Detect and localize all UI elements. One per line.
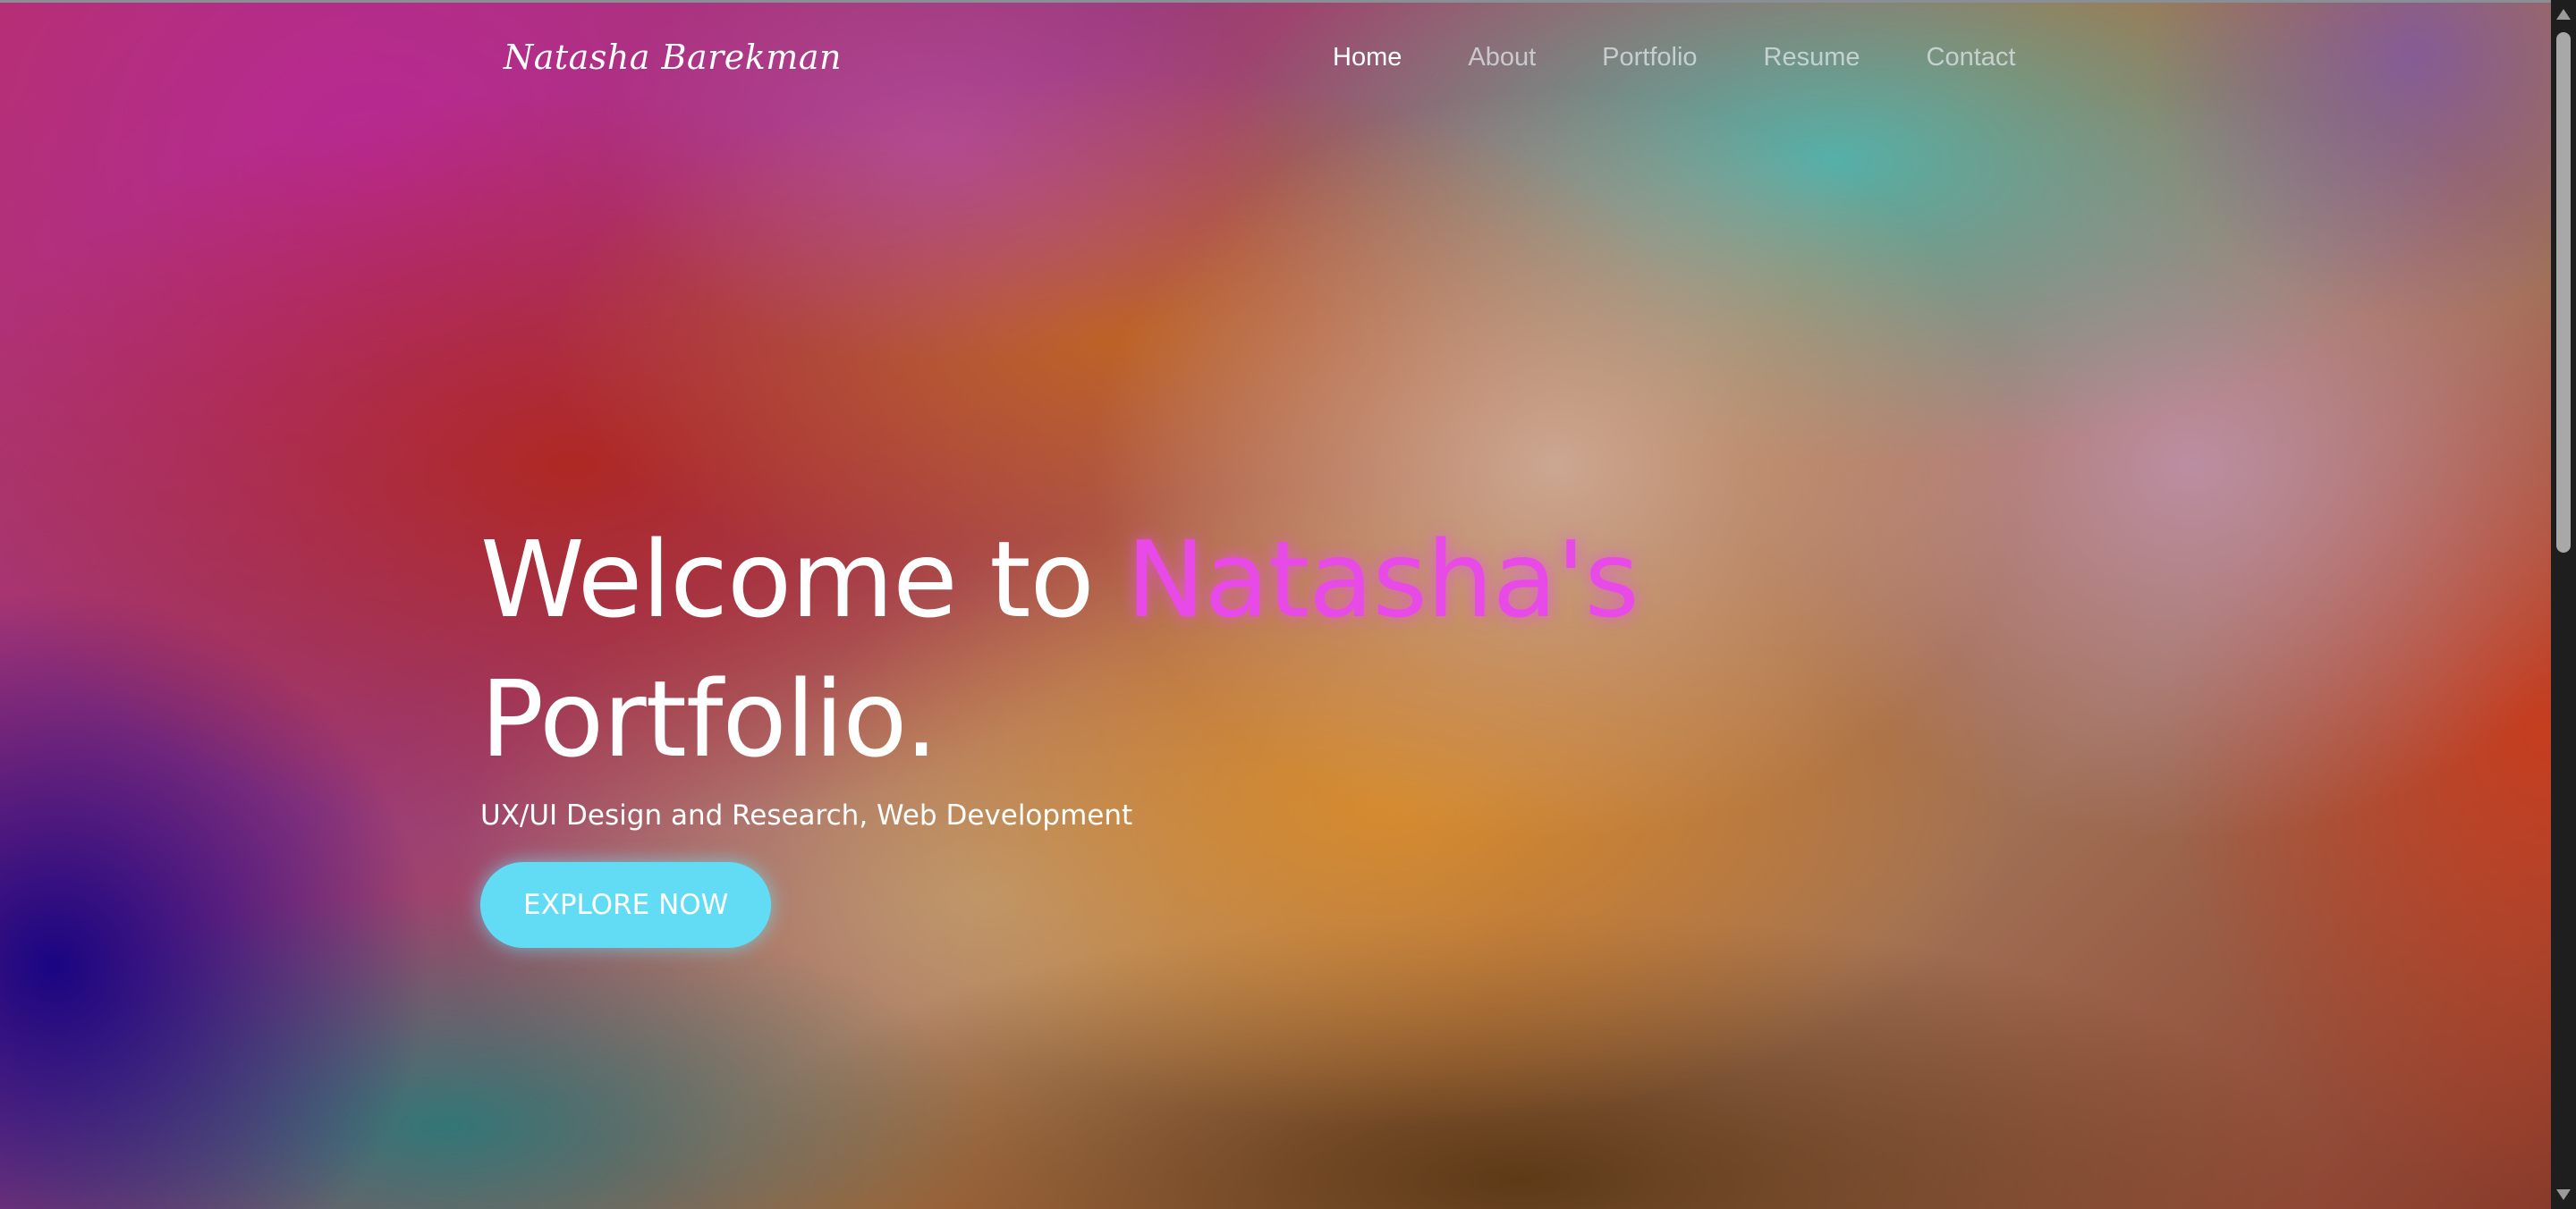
nav-about[interactable]: About xyxy=(1468,43,1536,72)
vertical-scrollbar[interactable] xyxy=(2551,0,2576,1209)
page: Natasha Barekman Home About Portfolio Re… xyxy=(0,0,2576,1209)
hero-subtitle: UX/UI Design and Research, Web Developme… xyxy=(480,799,1133,832)
hero-title: Welcome to Natasha's Portfolio. xyxy=(480,510,1822,789)
scroll-down-icon[interactable] xyxy=(2556,1189,2571,1200)
nav-resume[interactable]: Resume xyxy=(1764,43,1860,72)
top-navigation: Natasha Barekman Home About Portfolio Re… xyxy=(0,0,2551,125)
hero-title-suffix: Portfolio. xyxy=(480,657,938,781)
nav-portfolio[interactable]: Portfolio xyxy=(1602,43,1697,72)
nav-links: Home About Portfolio Resume Contact xyxy=(1333,43,2016,72)
scrollbar-thumb[interactable] xyxy=(2556,32,2571,553)
explore-now-button[interactable]: EXPLORE NOW xyxy=(480,862,772,948)
hero-title-prefix: Welcome to xyxy=(480,518,1127,641)
scroll-up-icon[interactable] xyxy=(2556,9,2571,20)
hero-section: Welcome to Natasha's Portfolio. UX/UI Des… xyxy=(480,510,1822,948)
nav-home[interactable]: Home xyxy=(1333,43,1402,72)
nav-contact[interactable]: Contact xyxy=(1927,43,2016,72)
hero-title-highlight: Natasha's xyxy=(1126,518,1640,641)
site-logo[interactable]: Natasha Barekman xyxy=(504,38,842,77)
